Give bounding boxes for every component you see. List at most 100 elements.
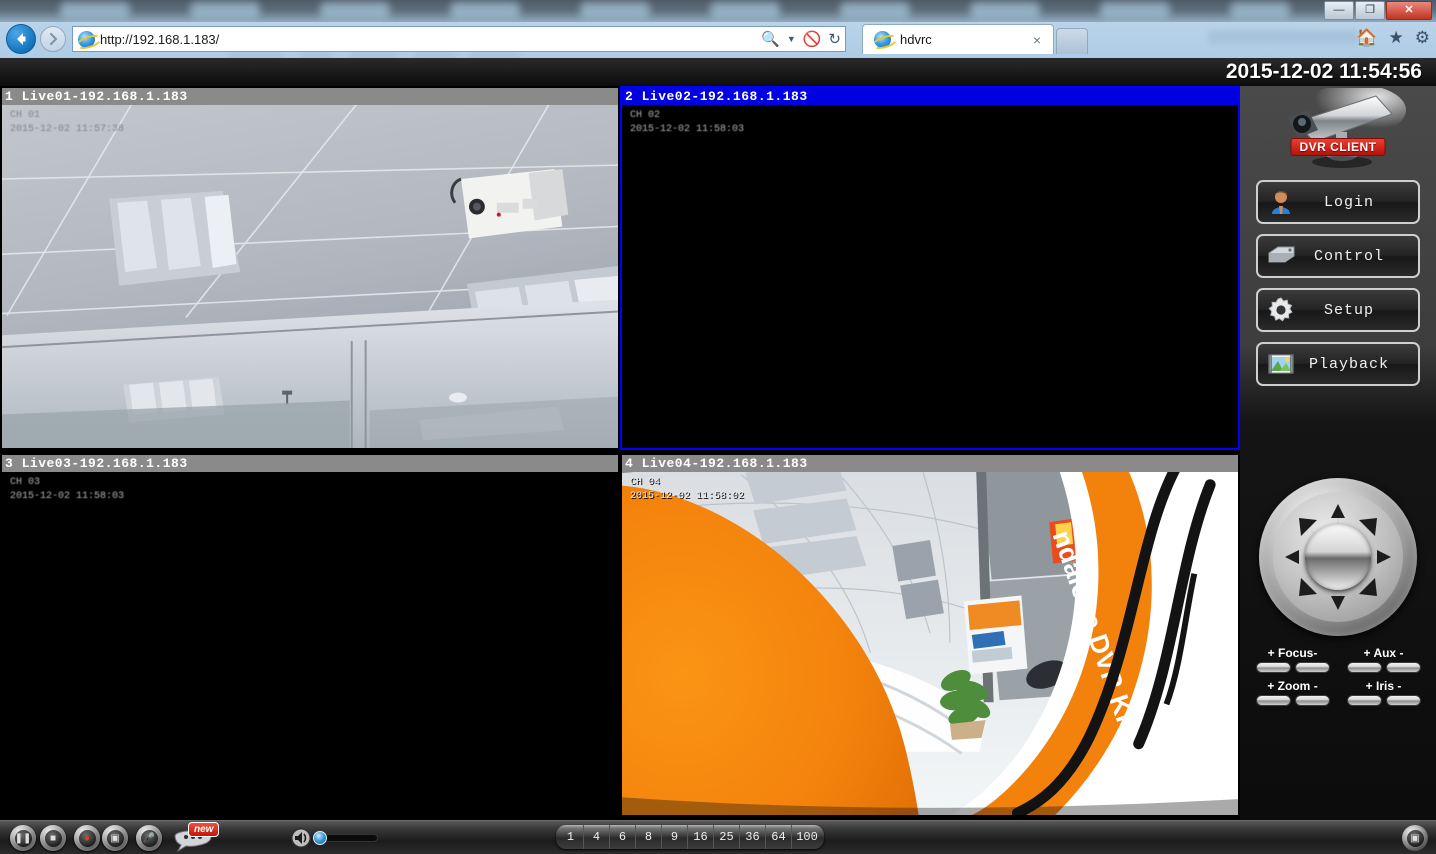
camera-3-video — [2, 455, 618, 815]
control-button[interactable]: Control — [1256, 234, 1420, 278]
camera-2-video — [622, 88, 1238, 448]
speaker-icon[interactable] — [290, 828, 312, 848]
address-bar[interactable]: http://192.168.1.183/ 🔍 ▼ 🚫 ↻ — [72, 26, 846, 52]
layout-option-8[interactable]: 8 — [636, 825, 662, 849]
picture-icon — [1264, 352, 1298, 376]
minimize-button[interactable]: — — [1324, 1, 1354, 20]
pause-icon: ❚❚ — [14, 829, 32, 847]
playback-button[interactable]: Playback — [1256, 342, 1420, 386]
logo-badge-text: DVR CLIENT — [1290, 138, 1386, 156]
camera-pane-2[interactable]: 2 Live02-192.168.1.183 CH 02 2015-12-02 … — [620, 86, 1240, 450]
layout-option-64[interactable]: 64 — [766, 825, 792, 849]
url-text: http://192.168.1.183/ — [100, 31, 220, 47]
restore-button[interactable]: ❐ — [1355, 1, 1385, 20]
aux-control: + Aux - — [1345, 646, 1422, 673]
camera-2-title: 2 Live02-192.168.1.183 — [622, 88, 1238, 105]
focus-label: + Focus- — [1267, 646, 1318, 660]
layout-option-6[interactable]: 6 — [610, 825, 636, 849]
tab-close-icon[interactable]: × — [1027, 32, 1047, 48]
camera-4-osd-channel: CH 04 — [630, 477, 661, 488]
chrome-right-blur — [1208, 30, 1358, 44]
layout-option-9[interactable]: 9 — [662, 825, 688, 849]
camera-2-osd-channel: CH 02 — [630, 110, 661, 121]
user-icon — [1264, 189, 1298, 215]
layout-option-1[interactable]: 1 — [558, 825, 584, 849]
setup-button-label: Setup — [1323, 301, 1374, 319]
camera-pane-1[interactable]: 1 Live01-192.168.1.183 CH 01 2015-12-02 … — [0, 86, 620, 450]
close-button[interactable]: ✕ — [1386, 1, 1432, 20]
camera-pane-4[interactable]: ndalone DVR Ki 4 Live04-192.168.1.183 CH… — [620, 453, 1240, 817]
star-icon[interactable]: ★ — [1389, 28, 1404, 48]
forward-button[interactable] — [40, 26, 66, 52]
search-magnifier-icon[interactable]: 🔍 — [761, 30, 780, 49]
control-button-label: Control — [1313, 247, 1384, 265]
volume-slider-handle[interactable] — [313, 831, 327, 845]
iris-plus-button[interactable] — [1346, 695, 1382, 706]
camera-1-video — [2, 88, 618, 448]
camera-3-osd-channel: CH 03 — [10, 477, 41, 488]
camera-4-osd-time: 2015-12-02 11:58:02 — [630, 491, 745, 502]
window-controls: — ❐ ✕ — [1324, 1, 1432, 21]
home-icon[interactable]: 🏠 — [1356, 28, 1377, 48]
clock-text: 2015-12-02 11:54:56 — [1225, 60, 1422, 83]
new-tab-button[interactable] — [1056, 28, 1088, 54]
sidebar-button-stack: Login Control Setup Playback — [1240, 180, 1436, 386]
video-grid: 1 Live01-192.168.1.183 CH 01 2015-12-02 … — [0, 86, 1240, 820]
browser-chrome: — ❐ ✕ http://192.168.1.183/ 🔍 ▼ 🚫 ↻ hdvr… — [0, 0, 1436, 58]
aux-label: + Aux - — [1363, 646, 1404, 660]
focus-minus-button[interactable] — [1294, 662, 1330, 673]
tab-strip: hdvrc × — [862, 24, 1088, 58]
fullscreen-icon: ▣ — [1406, 829, 1424, 847]
zoom-minus-button[interactable] — [1294, 695, 1330, 706]
dvr-client-app: 2015-12-02 11:54:56 1 Live01-192.168.1.1… — [0, 58, 1436, 854]
login-button-label: Login — [1323, 193, 1374, 211]
camera-4-video: ndalone DVR Ki — [622, 455, 1238, 815]
tab-title: hdvrc — [900, 32, 932, 47]
stop-button[interactable]: ■ — [40, 825, 66, 851]
login-button[interactable]: Login — [1256, 180, 1420, 224]
camera-3-osd-time: 2015-12-02 11:58:03 — [10, 491, 125, 502]
refresh-icon[interactable]: ↻ — [828, 30, 841, 49]
camera-pane-3[interactable]: 3 Live03-192.168.1.183 CH 03 2015-12-02 … — [0, 453, 620, 817]
layout-option-36[interactable]: 36 — [740, 825, 766, 849]
mic-button[interactable]: 🎤 — [136, 825, 162, 851]
pause-button[interactable]: ❚❚ — [10, 825, 36, 851]
ptz-pads: + Focus- + Aux - + Zoom - + Iris - — [1240, 646, 1436, 706]
stop-square-icon: ■ — [44, 829, 62, 847]
gear-icon — [1264, 297, 1298, 323]
playback-button-label: Playback — [1308, 355, 1389, 373]
camera-4-title: 4 Live04-192.168.1.183 — [622, 455, 1238, 472]
setup-button[interactable]: Setup — [1256, 288, 1420, 332]
zoom-label: + Zoom - — [1267, 679, 1318, 693]
back-button[interactable] — [6, 24, 36, 54]
layout-option-16[interactable]: 16 — [688, 825, 714, 849]
tab-favicon-icon — [874, 31, 891, 48]
aux-minus-button[interactable] — [1385, 662, 1421, 673]
layout-option-100[interactable]: 100 — [792, 825, 822, 849]
camera-1-osd-channel: CH 01 — [10, 110, 41, 121]
layout-option-25[interactable]: 25 — [714, 825, 740, 849]
stop-loading-icon[interactable]: 🚫 — [803, 30, 822, 49]
camera-3-title: 3 Live03-192.168.1.183 — [2, 455, 618, 472]
fullscreen-button[interactable]: ▣ — [1402, 825, 1428, 851]
ptz-center-button[interactable] — [1305, 524, 1371, 590]
ptz-control: + Focus- + Aux - + Zoom - + Iris - — [1240, 478, 1436, 712]
ptz-joystick[interactable] — [1259, 478, 1417, 636]
microphone-icon: 🎤 — [140, 829, 158, 847]
tab-hdvrc[interactable]: hdvrc × — [862, 24, 1054, 54]
bottom-toolbar: ❚❚ ■ ● ▣ 🎤 new 1 4 6 8 9 16 25 36 64 100… — [0, 820, 1436, 854]
forward-arrow-icon — [50, 33, 58, 45]
device-icon — [1264, 244, 1298, 268]
focus-plus-button[interactable] — [1255, 662, 1291, 673]
chrome-right-icons: 🏠 ★ ⚙ — [1356, 28, 1430, 48]
chevron-down-icon[interactable]: ▼ — [787, 30, 796, 49]
zoom-plus-button[interactable] — [1255, 695, 1291, 706]
record-button[interactable]: ● — [74, 825, 100, 851]
aux-plus-button[interactable] — [1346, 662, 1382, 673]
snapshot-button[interactable]: ▣ — [102, 825, 128, 851]
snapshot-icon: ▣ — [106, 829, 124, 847]
layout-option-4[interactable]: 4 — [584, 825, 610, 849]
iris-minus-button[interactable] — [1385, 695, 1421, 706]
address-bar-icons: 🔍 ▼ 🚫 ↻ — [761, 30, 841, 49]
gear-icon[interactable]: ⚙ — [1415, 28, 1430, 48]
